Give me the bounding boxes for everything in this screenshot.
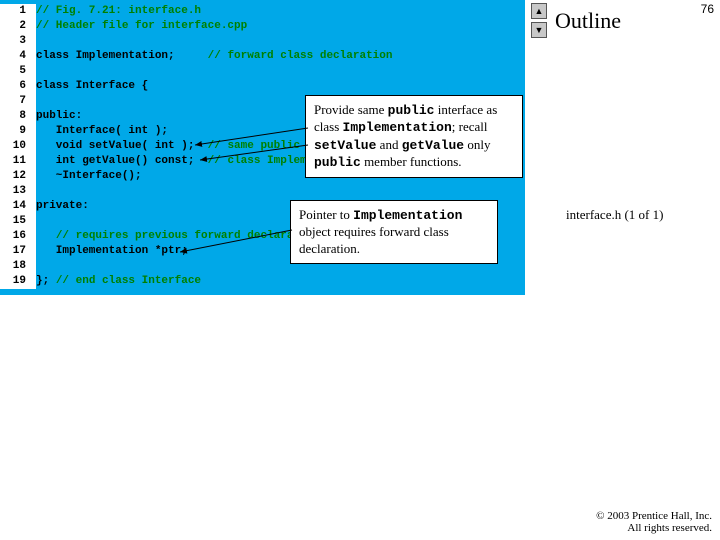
lineno: 19 bbox=[0, 274, 36, 289]
lineno: 18 bbox=[0, 259, 36, 274]
copyright: © 2003 Prentice Hall, Inc. All rights re… bbox=[596, 510, 712, 534]
copyright-line: © 2003 Prentice Hall, Inc. bbox=[596, 510, 712, 522]
callout-text: and bbox=[376, 137, 401, 152]
nav-up-button[interactable]: ▲ bbox=[531, 3, 547, 19]
callout-text: member functions. bbox=[361, 154, 462, 169]
lineno: 8 bbox=[0, 109, 36, 124]
callout-keyword: public bbox=[314, 155, 361, 170]
lineno: 14 bbox=[0, 199, 36, 214]
callout-text: Pointer to bbox=[299, 207, 353, 222]
lineno: 11 bbox=[0, 154, 36, 169]
callout-public-interface: Provide same public interface as class I… bbox=[305, 95, 523, 178]
code-comment: // requires previous forward declaration bbox=[56, 229, 320, 244]
code-text: class Implementation; bbox=[36, 49, 208, 64]
copyright-line: All rights reserved. bbox=[596, 522, 712, 534]
code-comment: // Header file for interface.cpp bbox=[36, 19, 247, 34]
code-text: private: bbox=[36, 199, 89, 214]
callout-text: object requires forward class declaratio… bbox=[299, 224, 449, 255]
code-text bbox=[36, 229, 56, 244]
lineno: 7 bbox=[0, 94, 36, 109]
callout-text: Provide same bbox=[314, 102, 388, 117]
file-caption: interface.h (1 of 1) bbox=[566, 207, 663, 223]
lineno: 17 bbox=[0, 244, 36, 259]
code-text: int getValue() const; bbox=[36, 154, 208, 169]
lineno: 16 bbox=[0, 229, 36, 244]
callout-pointer: Pointer to Implementation object require… bbox=[290, 200, 498, 264]
code-text: }; bbox=[36, 274, 56, 289]
callout-keyword: Implementation bbox=[353, 208, 462, 223]
code-comment: // forward class declaration bbox=[208, 49, 393, 64]
lineno: 4 bbox=[0, 49, 36, 64]
code-comment: // end class Interface bbox=[56, 274, 201, 289]
code-text: ~Interface(); bbox=[36, 169, 142, 184]
chevron-up-icon: ▲ bbox=[535, 6, 544, 16]
code-comment: // Fig. 7.21: interface.h bbox=[36, 4, 201, 19]
code-text: public: bbox=[36, 109, 82, 124]
code-text: void setValue( int ); bbox=[36, 139, 208, 154]
callout-keyword: Implementation bbox=[343, 120, 452, 135]
lineno: 3 bbox=[0, 34, 36, 49]
lineno: 6 bbox=[0, 79, 36, 94]
outline-heading: Outline bbox=[555, 8, 621, 34]
callout-keyword: public bbox=[388, 103, 435, 118]
slide-number: 76 bbox=[701, 2, 714, 16]
callout-text: ; recall bbox=[452, 119, 488, 134]
chevron-down-icon: ▼ bbox=[535, 25, 544, 35]
code-text: Interface( int ); bbox=[36, 124, 168, 139]
callout-text: only bbox=[464, 137, 490, 152]
lineno: 10 bbox=[0, 139, 36, 154]
lineno: 1 bbox=[0, 4, 36, 19]
callout-keyword: setValue bbox=[314, 138, 376, 153]
nav-down-button[interactable]: ▼ bbox=[531, 22, 547, 38]
lineno: 12 bbox=[0, 169, 36, 184]
lineno: 5 bbox=[0, 64, 36, 79]
code-text: class Interface { bbox=[36, 79, 148, 94]
lineno: 2 bbox=[0, 19, 36, 34]
lineno: 9 bbox=[0, 124, 36, 139]
callout-keyword: getValue bbox=[402, 138, 464, 153]
code-text: Implementation *ptr; bbox=[36, 244, 188, 259]
lineno: 13 bbox=[0, 184, 36, 199]
lineno: 15 bbox=[0, 214, 36, 229]
